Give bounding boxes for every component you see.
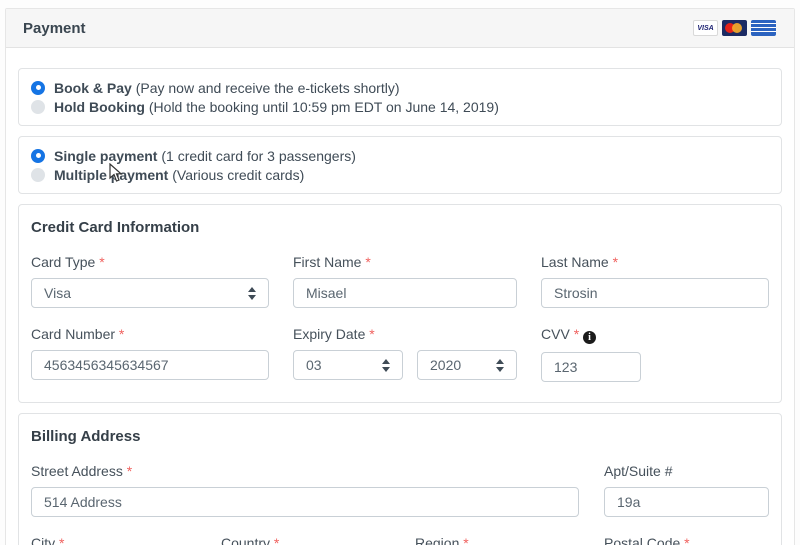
radio-multiple-payment[interactable]: Multiple payment (Various credit cards) [31, 165, 769, 184]
card-type-select[interactable]: Visa [31, 278, 269, 308]
region-label: Region * [415, 535, 581, 545]
country-label: Country * [221, 535, 392, 545]
postal-code-label: Postal Code * [604, 535, 769, 545]
radio-selected-icon[interactable] [31, 81, 45, 95]
card-type-value: Visa [44, 285, 71, 301]
select-arrows-icon [496, 359, 504, 372]
mastercard-icon [722, 20, 747, 36]
card-number-label: Card Number * [31, 326, 269, 342]
payment-panel-body: Book & Pay (Pay now and receive the e-ti… [6, 48, 794, 545]
select-arrows-icon [382, 359, 390, 372]
expiry-year-value: 2020 [430, 357, 461, 373]
radio-label: Multiple payment [54, 167, 168, 183]
expiry-date-label: Expiry Date * [293, 326, 517, 342]
radio-label: Book & Pay [54, 80, 132, 96]
required-asterisk: * [59, 535, 64, 545]
billing-address-section: Billing Address Street Address * Apt/Sui… [18, 413, 782, 545]
cvv-label: CVV * i [541, 326, 769, 344]
radio-description: (Pay now and receive the e-tickets short… [136, 80, 400, 96]
booking-type-group: Book & Pay (Pay now and receive the e-ti… [18, 68, 782, 126]
radio-unselected-icon[interactable] [31, 100, 45, 114]
radio-selected-icon[interactable] [31, 149, 45, 163]
cvv-info-icon[interactable]: i [583, 331, 596, 344]
first-name-input[interactable] [293, 278, 517, 308]
payment-panel: Payment VISA Book & Pay (Pay now and rec… [5, 8, 795, 545]
credit-card-section: Credit Card Information Card Type * Visa… [18, 204, 782, 403]
expiry-month-select[interactable]: 03 [293, 350, 403, 380]
page-title: Payment [23, 20, 86, 37]
required-asterisk: * [574, 326, 579, 342]
required-asterisk: * [684, 535, 689, 545]
radio-single-payment[interactable]: Single payment (1 credit card for 3 pass… [31, 146, 769, 165]
radio-description: (Various credit cards) [172, 167, 304, 183]
last-name-input[interactable] [541, 278, 769, 308]
billing-address-heading: Billing Address [31, 426, 769, 445]
cvv-input[interactable] [541, 352, 641, 382]
radio-label: Hold Booking [54, 99, 145, 115]
radio-label: Single payment [54, 148, 157, 164]
american-express-icon [751, 20, 776, 36]
required-asterisk: * [274, 535, 279, 545]
payment-panel-header: Payment VISA [6, 9, 794, 48]
card-type-label: Card Type * [31, 254, 269, 270]
accepted-cards: VISA [693, 20, 776, 36]
street-address-label: Street Address * [31, 463, 579, 479]
radio-unselected-icon[interactable] [31, 168, 45, 182]
card-number-input[interactable] [31, 350, 269, 380]
last-name-label: Last Name * [541, 254, 769, 270]
required-asterisk: * [99, 254, 104, 270]
required-asterisk: * [127, 463, 132, 479]
apt-suite-label: Apt/Suite # [604, 463, 769, 479]
apt-suite-input[interactable] [604, 487, 769, 517]
expiry-year-select[interactable]: 2020 [417, 350, 517, 380]
street-address-input[interactable] [31, 487, 579, 517]
credit-card-heading: Credit Card Information [31, 217, 769, 236]
radio-hold-booking[interactable]: Hold Booking (Hold the booking until 10:… [31, 97, 769, 116]
required-asterisk: * [463, 535, 468, 545]
visa-icon: VISA [693, 20, 718, 36]
expiry-month-value: 03 [306, 357, 322, 373]
select-arrows-icon [248, 287, 256, 300]
required-asterisk: * [365, 254, 370, 270]
radio-book-and-pay[interactable]: Book & Pay (Pay now and receive the e-ti… [31, 78, 769, 97]
radio-description: (1 credit card for 3 passengers) [161, 148, 356, 164]
required-asterisk: * [369, 326, 374, 342]
payment-split-group: Single payment (1 credit card for 3 pass… [18, 136, 782, 194]
radio-description: (Hold the booking until 10:59 pm EDT on … [149, 99, 499, 115]
required-asterisk: * [613, 254, 618, 270]
city-label: City * [31, 535, 198, 545]
required-asterisk: * [119, 326, 124, 342]
first-name-label: First Name * [293, 254, 517, 270]
